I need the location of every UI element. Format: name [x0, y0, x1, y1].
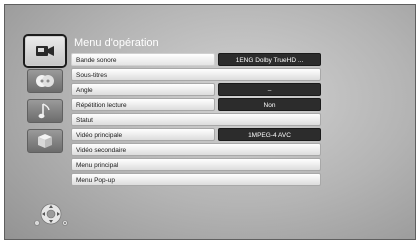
row-value[interactable]: Non [218, 98, 321, 111]
row-value[interactable]: – [218, 83, 321, 96]
menu-title: Menu d'opération [74, 37, 159, 49]
row-label[interactable]: Menu principal [71, 158, 321, 171]
cube-glyph [38, 134, 52, 148]
disc-glyph [36, 75, 54, 87]
row-label[interactable]: Statut [71, 113, 321, 126]
row-label[interactable]: Vidéo principale [71, 128, 215, 141]
row-label[interactable]: Répétition lecture [71, 98, 215, 111]
row-label[interactable]: Angle [71, 83, 215, 96]
box-icon[interactable] [27, 129, 63, 153]
disc-icon[interactable] [27, 69, 63, 93]
video-camera-glyph [36, 46, 54, 56]
row-label[interactable]: Sous-titres [71, 68, 321, 81]
row-label[interactable]: Vidéo secondaire [71, 143, 321, 156]
row-value[interactable]: 1ENG Dolby TrueHD ... [218, 53, 321, 66]
operation-menu-screen: Menu d'opération Bande sonore 1ENG Dolby… [4, 4, 416, 240]
music-note-glyph [38, 103, 50, 119]
music-icon[interactable] [27, 99, 63, 123]
row-label[interactable]: Bande sonore [71, 53, 215, 66]
row-label[interactable]: Menu Pop-up [71, 173, 321, 186]
remote-navigation-icon [33, 201, 69, 229]
row-value[interactable]: 1MPEG-4 AVC [218, 128, 321, 141]
video-icon[interactable] [25, 36, 65, 66]
